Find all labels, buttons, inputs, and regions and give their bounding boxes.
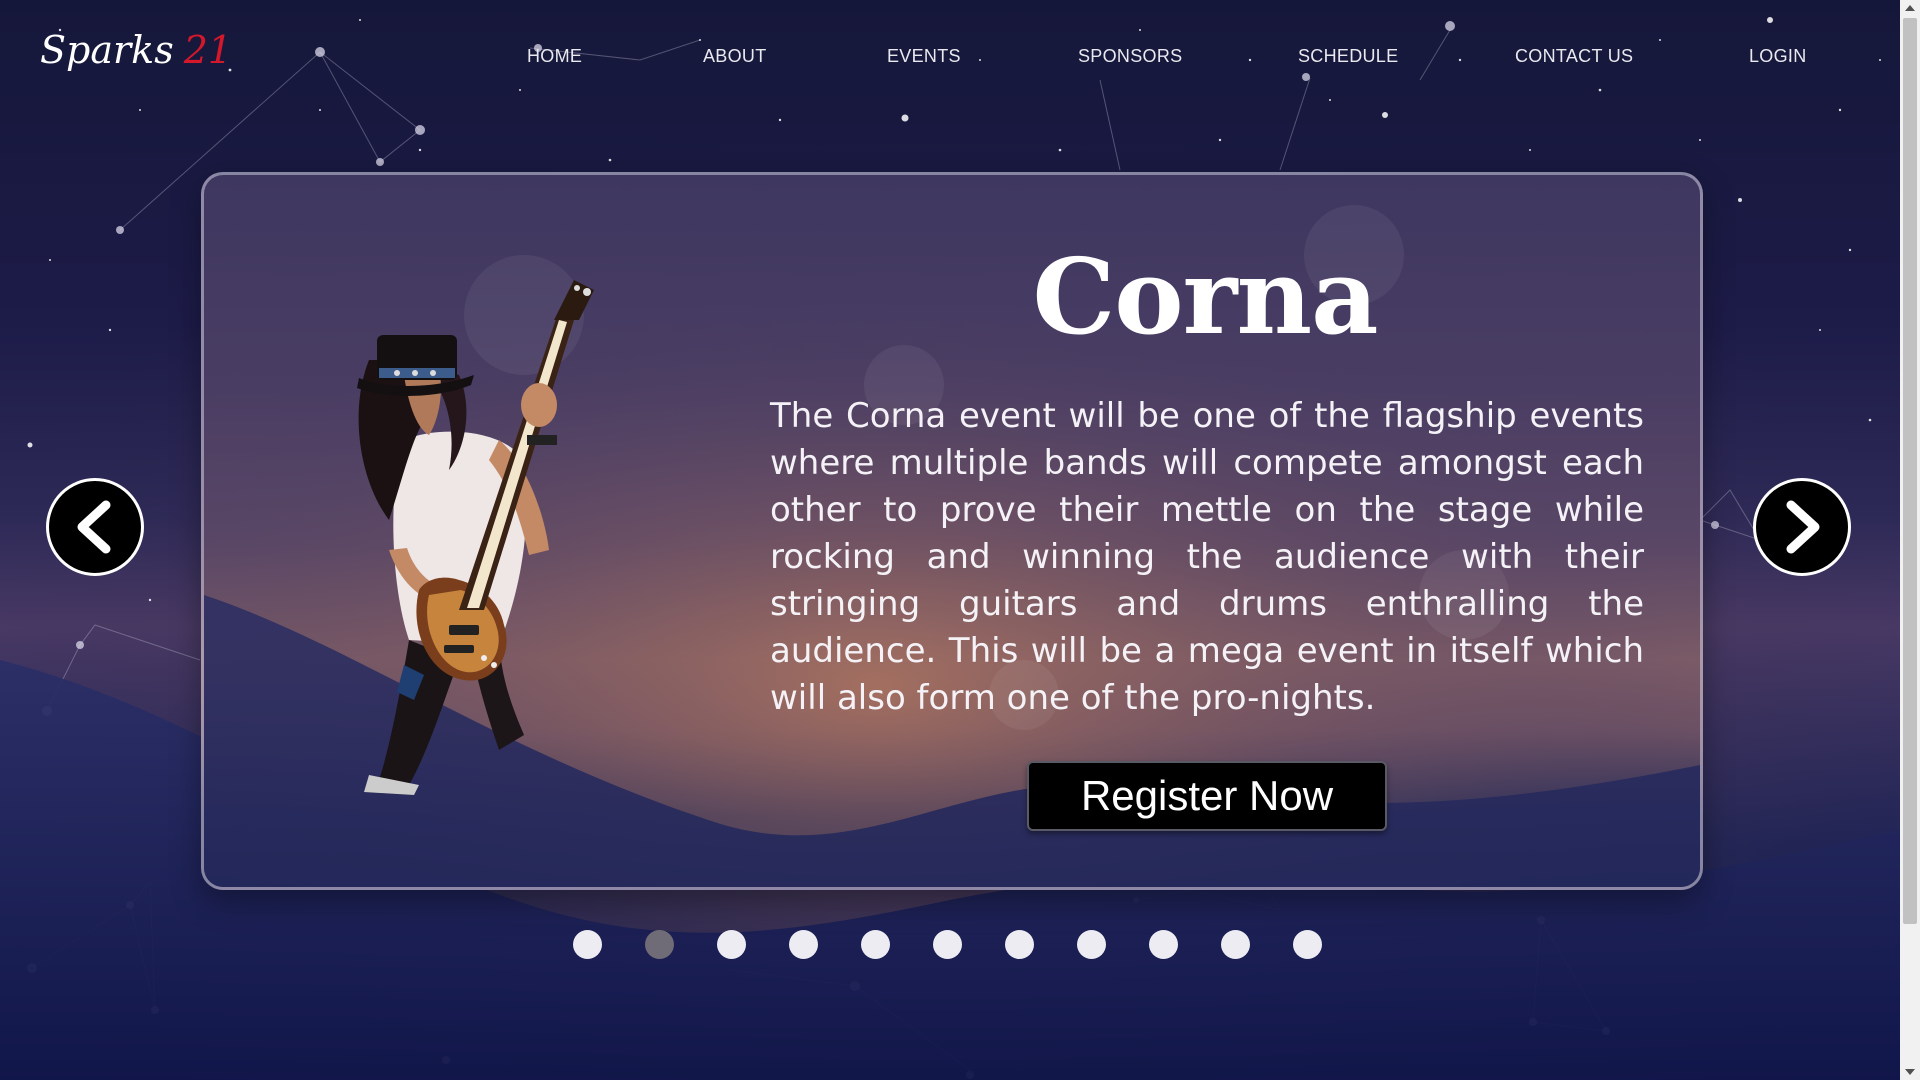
carousel-dot[interactable] (645, 930, 674, 959)
nav-home[interactable]: HOME (527, 46, 582, 67)
carousel-pagination (573, 930, 1333, 960)
carousel-dot[interactable] (789, 930, 818, 959)
carousel-dot[interactable] (861, 930, 890, 959)
scroll-down-arrow-icon[interactable] (1900, 1064, 1920, 1080)
carousel-dot[interactable] (573, 930, 602, 959)
page: Sparks 21 HOME ABOUT EVENTS SPONSORS SCHE… (0, 0, 1920, 1080)
main-nav: HOME ABOUT EVENTS SPONSORS SCHEDULE CONT… (490, 46, 1830, 76)
scroll-up-arrow-icon[interactable] (1900, 0, 1920, 16)
vertical-scrollbar[interactable] (1900, 0, 1920, 1080)
carousel-dot[interactable] (1149, 930, 1178, 959)
carousel-next-button[interactable] (1753, 478, 1851, 576)
carousel-dot[interactable] (1077, 930, 1106, 959)
carousel-dot[interactable] (1005, 930, 1034, 959)
chevron-left-icon (77, 500, 111, 554)
nav-contact-us[interactable]: CONTACT US (1515, 46, 1633, 67)
logo-number: 21 (183, 28, 233, 72)
site-logo[interactable]: Sparks 21 (40, 28, 232, 72)
carousel-prev-button[interactable] (46, 478, 144, 576)
guitarist-illustration (357, 280, 594, 795)
carousel-dot[interactable] (1221, 930, 1250, 959)
scrollbar-thumb[interactable] (1903, 18, 1917, 924)
nav-about[interactable]: ABOUT (703, 46, 767, 67)
logo-text: Sparks (40, 28, 174, 72)
nav-schedule[interactable]: SCHEDULE (1298, 46, 1398, 67)
nav-events[interactable]: EVENTS (887, 46, 961, 67)
nav-login[interactable]: LOGIN (1749, 46, 1807, 67)
event-card: Corna The Corna event will be one of the… (201, 172, 1703, 890)
nav-sponsors[interactable]: SPONSORS (1078, 46, 1182, 67)
event-description: The Corna event will be one of the flags… (770, 396, 1644, 718)
event-title: Corna (1032, 235, 1379, 358)
carousel-dot[interactable] (933, 930, 962, 959)
chevron-right-icon (1786, 500, 1820, 554)
carousel-dot[interactable] (1293, 930, 1322, 959)
register-now-button[interactable]: Register Now (1027, 761, 1387, 831)
carousel-dot[interactable] (717, 930, 746, 959)
